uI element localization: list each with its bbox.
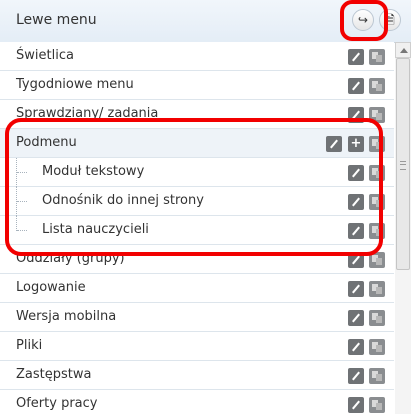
copy-icon[interactable] <box>369 49 385 65</box>
copy-icon[interactable] <box>369 397 385 413</box>
left-menu-panel: Lewe menu ↪ 🗎 Świetlica Tygodniowe menu … <box>0 0 411 414</box>
panel-title: Lewe menu <box>16 12 97 28</box>
highlight-annotation <box>5 118 383 256</box>
edit-icon[interactable] <box>348 397 364 413</box>
copy-icon[interactable] <box>369 281 385 297</box>
edit-icon[interactable] <box>348 368 364 384</box>
menu-item-zastepstwa[interactable]: Zastępstwa <box>0 361 394 390</box>
menu-item-wersja-mobilna[interactable]: Wersja mobilna <box>0 303 394 332</box>
copy-icon[interactable] <box>369 78 385 94</box>
menu-item-label: Logowanie <box>16 280 86 295</box>
menu-item-tygodniowe-menu[interactable]: Tygodniowe menu <box>0 71 394 100</box>
menu-item-label: Oferty pracy <box>16 396 98 411</box>
copy-icon[interactable] <box>369 368 385 384</box>
scroll-up-arrow[interactable] <box>395 42 411 58</box>
edit-icon[interactable] <box>348 281 364 297</box>
menu-item-label: Wersja mobilna <box>16 309 117 324</box>
menu-item-swietlica[interactable]: Świetlica <box>0 42 394 71</box>
menu-item-label: Zastępstwa <box>16 367 92 382</box>
menu-item-pliki[interactable]: Pliki <box>0 332 394 361</box>
edit-icon[interactable] <box>348 78 364 94</box>
highlight-annotation <box>340 0 388 41</box>
edit-icon[interactable] <box>348 310 364 326</box>
menu-item-oferty-pracy[interactable]: Oferty pracy <box>0 390 394 414</box>
menu-item-logowanie[interactable]: Logowanie <box>0 274 394 303</box>
copy-icon[interactable] <box>369 339 385 355</box>
edit-icon[interactable] <box>348 339 364 355</box>
menu-item-label: Pliki <box>16 338 43 353</box>
edit-icon[interactable] <box>348 49 364 65</box>
menu-item-label: Tygodniowe menu <box>16 77 134 92</box>
copy-icon[interactable] <box>369 310 385 326</box>
menu-item-label: Świetlica <box>16 48 74 63</box>
scrollbar-grip-icon <box>400 161 406 170</box>
